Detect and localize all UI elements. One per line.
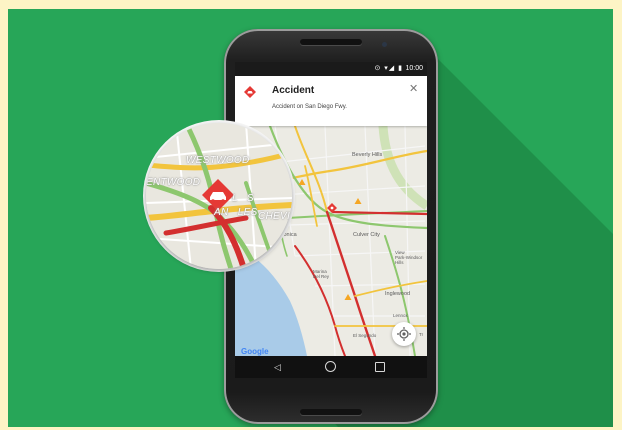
label-el-segundo: El Segundo: [353, 333, 377, 338]
mag-label-los: L S: [232, 193, 254, 204]
status-bar: ⊙ ▾◢ ▮ 10:00: [235, 62, 427, 76]
status-time: 10:00: [405, 65, 423, 72]
close-icon[interactable]: ✕: [409, 82, 418, 95]
mag-label-ca: ca: [148, 239, 164, 255]
mag-label-angeles: AN LES: [214, 207, 258, 218]
bottom-speaker: [300, 409, 362, 415]
google-attribution: Google: [241, 347, 269, 356]
promo-background: ⊙ ▾◢ ▮ 10:00 Beverly Hills Monica Culver…: [8, 9, 613, 427]
label-marina-del-rey: Marina Del Rey: [313, 269, 330, 279]
notification-title: Accident: [272, 85, 315, 96]
map-magnifier: WESTWOOD ENTWOOD L S AN LES CHEVI ca: [146, 123, 292, 269]
label-tr: Tr: [419, 332, 424, 337]
navigation-bar: ◁: [235, 356, 427, 378]
status-icons: ⊙ ▾◢ ▮: [374, 65, 403, 72]
mag-label-chevi: CHEVI: [258, 211, 291, 222]
mag-label-westwood: WESTWOOD: [186, 155, 250, 166]
front-camera: [382, 42, 387, 47]
label-inglewood: Inglewood: [385, 291, 411, 297]
accident-icon: [244, 86, 256, 98]
top-speaker: [300, 39, 362, 45]
magnified-map: [146, 123, 292, 269]
label-culver-city: Culver City: [353, 232, 380, 238]
label-view-park: View Park-Windsor Hills: [395, 250, 423, 265]
back-icon[interactable]: ◁: [274, 361, 281, 373]
accident-notification[interactable]: Accident Accident on San Diego Fwy. ✕: [235, 76, 427, 126]
label-beverly-hills: Beverly Hills: [352, 152, 383, 158]
my-location-icon: [397, 327, 411, 341]
notification-text: Accident on San Diego Fwy.: [272, 104, 347, 110]
label-lennox: Lennox: [393, 313, 408, 318]
recent-apps-icon[interactable]: [375, 362, 385, 372]
google-logo-text: Google: [241, 347, 269, 356]
my-location-button[interactable]: [392, 322, 416, 346]
mag-label-brentwood: ENTWOOD: [146, 177, 201, 188]
home-icon[interactable]: [325, 361, 336, 372]
